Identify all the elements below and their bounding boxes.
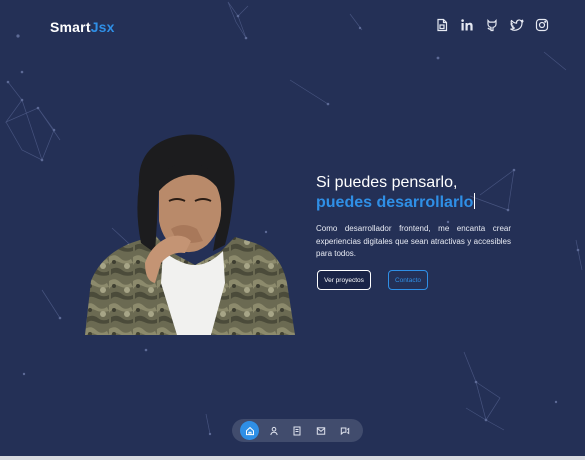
logo-main: Smart — [50, 19, 91, 35]
nav-contact[interactable] — [312, 421, 331, 440]
nav-home[interactable] — [240, 421, 260, 440]
message-icon — [340, 427, 350, 435]
book-icon — [293, 426, 301, 435]
bottom-nav — [232, 419, 363, 442]
nav-about[interactable] — [264, 421, 283, 440]
user-icon — [269, 426, 278, 435]
typing-cursor — [474, 193, 476, 209]
instagram-icon[interactable] — [535, 18, 549, 32]
document-icon[interactable] — [435, 18, 449, 32]
mail-icon — [317, 426, 326, 435]
hero-subtitle: puedes desarrollarlo — [316, 193, 511, 213]
contact-button[interactable]: Contacto — [388, 270, 428, 290]
hero-section: Si puedes pensarlo, puedes desarrollarlo… — [316, 173, 511, 261]
profile-photo — [85, 134, 295, 335]
hero-subtitle-text: puedes desarrollarlo — [316, 194, 474, 211]
nav-messages[interactable] — [336, 421, 355, 440]
home-icon — [245, 426, 254, 435]
nav-resume[interactable] — [288, 421, 307, 440]
projects-button[interactable]: Ver proyectos — [317, 270, 371, 290]
bottom-strip — [0, 456, 585, 460]
logo-accent: Jsx — [90, 19, 115, 35]
github-icon[interactable] — [485, 18, 499, 32]
page-frame: SmartJsx Si puedes pensarlo, puedes desa… — [0, 0, 585, 460]
hero-description: Como desarrollador frontend, me encanta … — [316, 224, 511, 258]
hero-title: Si puedes pensarlo, — [316, 174, 458, 191]
hero-actions: Ver proyectos Contacto — [317, 270, 428, 290]
twitter-icon[interactable] — [510, 18, 524, 32]
linkedin-icon[interactable] — [460, 18, 474, 32]
social-links — [435, 18, 549, 32]
logo[interactable]: SmartJsx — [50, 19, 115, 35]
